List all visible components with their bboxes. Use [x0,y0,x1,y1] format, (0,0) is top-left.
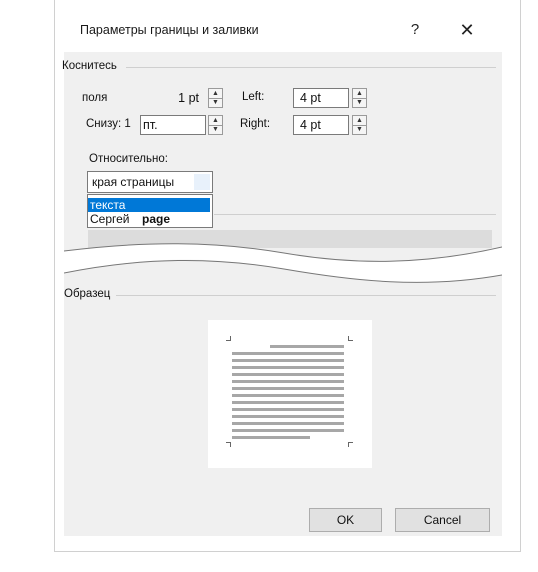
preview-text-line [232,401,344,404]
right-margin-spinner[interactable]: ▲ ▼ [352,115,367,135]
border-shading-options-dialog: Параметры границы и заливки ? ✕ Коснитес… [62,8,502,536]
preview-text-line [232,380,344,383]
spinner-down-icon[interactable]: ▼ [353,125,366,134]
option-text[interactable]: текста [88,198,210,212]
spinner-down-icon[interactable]: ▼ [209,98,222,107]
bottom-margin-label: Снизу: 1 [86,118,131,130]
preview-text-line [232,394,344,397]
preview-text-line [232,359,344,362]
preview-text-line [270,345,344,348]
right-margin-input[interactable]: 4 pt [293,115,349,135]
bottom-margin-spinner[interactable]: ▲ ▼ [208,115,223,135]
top-margin-spinner[interactable]: ▲ ▼ [208,88,223,108]
torn-edge-divider [64,243,502,283]
measure-from-select[interactable]: края страницы [87,171,213,193]
margins-group-line [126,67,496,68]
option-page[interactable]: page [142,212,170,226]
right-margin-label: Right: [240,118,271,130]
measure-from-label: Относительно: [89,153,168,165]
spinner-down-icon[interactable]: ▼ [209,125,222,134]
preview-text-line [232,352,344,355]
window-edge-left [54,0,55,552]
margins-group-label: Коснитесь [62,60,117,72]
ok-button[interactable]: OK [309,508,382,532]
preview-text-line [232,408,344,411]
left-margin-spinner[interactable]: ▲ ▼ [352,88,367,108]
corner-mark-icon [226,442,231,447]
close-button[interactable]: ✕ [449,16,485,44]
preview-text-line [232,436,310,439]
measure-from-list[interactable]: текста Сергей page [87,194,213,228]
dropdown-arrow-icon[interactable] [194,174,210,190]
top-margin-label: поля [82,92,108,104]
preview-page [208,320,372,468]
help-button[interactable]: ? [400,16,430,44]
left-margin-input[interactable]: 4 pt [293,88,349,108]
preview-group-line [116,295,496,296]
corner-mark-icon [226,336,231,341]
window-edge-right [520,0,521,552]
preview-group-label: Образец [64,288,111,300]
preview-text-line [232,373,344,376]
hidden-group-line [214,214,496,215]
title-bar: Параметры границы и заливки ? ✕ [64,8,502,52]
left-margin-label: Left: [242,91,265,103]
cancel-button[interactable]: Cancel [395,508,490,532]
top-margin-input[interactable]: 1 pt [146,88,206,108]
corner-mark-icon [348,442,353,447]
preview-text-line [232,422,344,425]
bottom-margin-input[interactable]: пт. [140,115,206,135]
dialog-title: Параметры границы и заливки [80,23,259,37]
window-edge-bottom [54,551,521,552]
preview-text-line [232,387,344,390]
preview-text-line [232,429,344,432]
measure-from-value: края страницы [92,175,175,189]
corner-mark-icon [348,336,353,341]
spinner-down-icon[interactable]: ▼ [353,98,366,107]
preview-text-line [232,415,344,418]
option-sergey[interactable]: Сергей [88,212,130,226]
preview-text-line [232,366,344,369]
